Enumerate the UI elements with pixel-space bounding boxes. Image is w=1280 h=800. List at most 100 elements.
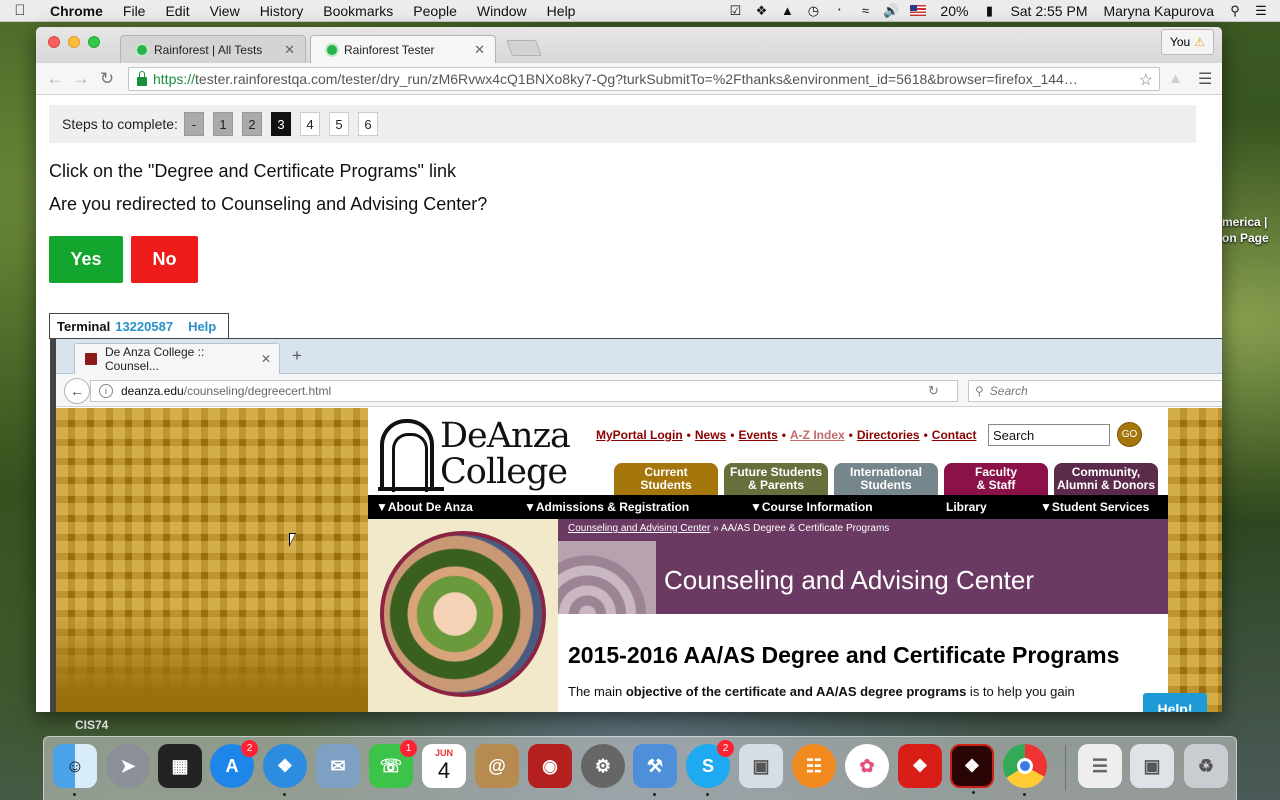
- nav-library[interactable]: Library: [946, 500, 987, 514]
- go-button[interactable]: GO: [1117, 422, 1142, 447]
- close-tab-icon[interactable]: ✕: [284, 42, 295, 58]
- firefox-tab-deanza[interactable]: De Anza College :: Counsel... ✕: [74, 343, 280, 374]
- finder-icon[interactable]: ☺: [53, 744, 97, 796]
- menu-bookmarks[interactable]: Bookmarks: [313, 3, 403, 19]
- tab-international-students[interactable]: International Students: [834, 463, 938, 495]
- new-tab-button[interactable]: [506, 40, 542, 56]
- site-search-input[interactable]: Search: [988, 424, 1110, 446]
- minimize-window-button[interactable]: [68, 36, 80, 48]
- checkbox-status-icon[interactable]: ☑: [722, 3, 748, 19]
- photo-booth-icon[interactable]: ◉: [528, 744, 572, 788]
- calendar-icon[interactable]: JUN 4: [422, 744, 466, 788]
- system-preferences-icon[interactable]: ⚙: [581, 744, 625, 788]
- chrome-icon[interactable]: [1003, 744, 1047, 796]
- zoom-window-button[interactable]: [88, 36, 100, 48]
- step-4[interactable]: 4: [299, 112, 320, 136]
- link-news[interactable]: News: [695, 428, 726, 442]
- close-tab-icon[interactable]: ✕: [474, 42, 485, 58]
- nav-about[interactable]: ▼About De Anza: [376, 500, 473, 514]
- bluetooth-icon[interactable]: ᛫: [826, 3, 852, 18]
- facetime-icon[interactable]: ☏ 1: [369, 740, 417, 788]
- menu-people[interactable]: People: [403, 3, 467, 19]
- safari-icon[interactable]: ❖: [263, 744, 307, 796]
- battery-percent[interactable]: 20%: [932, 3, 976, 19]
- nav-student-services[interactable]: ▼Student Services: [1040, 500, 1149, 514]
- acrobat-reader-icon[interactable]: ❖: [950, 744, 994, 794]
- close-window-button[interactable]: [48, 36, 60, 48]
- back-arrow-icon[interactable]: ←: [42, 69, 68, 89]
- contacts-icon[interactable]: @: [475, 744, 519, 788]
- firefox-address-bar[interactable]: i deanza.edu /counseling/degreecert.html: [90, 380, 958, 402]
- menu-file[interactable]: File: [113, 3, 156, 19]
- link-events[interactable]: Events: [738, 428, 777, 442]
- reload-icon[interactable]: ↻: [94, 69, 120, 89]
- terminal-help-link[interactable]: Help: [188, 319, 216, 334]
- document-stack-icon[interactable]: ☰: [1078, 744, 1122, 788]
- menu-app-name[interactable]: Chrome: [40, 3, 113, 19]
- address-bar[interactable]: https:// tester.rainforestqa.com/tester/…: [128, 67, 1160, 91]
- site-info-icon[interactable]: i: [99, 384, 113, 398]
- link-myportal[interactable]: MyPortal Login: [596, 428, 683, 442]
- help-button[interactable]: Help!: [1143, 693, 1207, 712]
- mail-icon[interactable]: ✉: [316, 744, 360, 788]
- spotlight-icon[interactable]: ⚲: [1222, 3, 1248, 19]
- app-store-icon[interactable]: A2: [210, 740, 258, 788]
- menu-window[interactable]: Window: [467, 3, 537, 19]
- step-5[interactable]: 5: [328, 112, 349, 136]
- clock[interactable]: Sat 2:55 PM: [1002, 3, 1095, 19]
- step-dash[interactable]: -: [183, 112, 204, 136]
- tab-community[interactable]: Community, Alumni & Donors: [1054, 463, 1158, 495]
- apple-icon[interactable]: : [0, 2, 40, 19]
- link-contact[interactable]: Contact: [932, 428, 977, 442]
- nav-admissions[interactable]: ▼Admissions & Registration: [524, 500, 689, 514]
- dropbox-icon[interactable]: ❖: [748, 3, 774, 19]
- notification-center-icon[interactable]: ☰: [1248, 3, 1274, 19]
- drive-icon[interactable]: ▲: [774, 3, 800, 18]
- launchpad-icon[interactable]: ➤: [106, 744, 150, 788]
- volume-icon[interactable]: 🔊: [878, 3, 904, 19]
- forward-arrow-icon[interactable]: →: [68, 69, 94, 89]
- tab-future-students[interactable]: Future Students & Parents: [724, 463, 828, 495]
- no-button[interactable]: No: [131, 236, 198, 283]
- deanza-logo[interactable]: DeAnza College: [378, 416, 576, 492]
- menu-help[interactable]: Help: [537, 3, 586, 19]
- battery-icon[interactable]: ▮: [976, 3, 1002, 19]
- extension-icon[interactable]: ▲: [1168, 70, 1183, 87]
- tab-rainforest-all-tests[interactable]: Rainforest | All Tests ✕: [120, 35, 306, 63]
- ibooks-icon[interactable]: ☷: [792, 744, 836, 788]
- user-name[interactable]: Maryna Kapurova: [1095, 3, 1222, 19]
- trash-icon[interactable]: ♻: [1184, 744, 1228, 788]
- close-tab-icon[interactable]: ✕: [261, 352, 271, 366]
- menu-view[interactable]: View: [200, 3, 250, 19]
- step-1[interactable]: 1: [212, 112, 233, 136]
- step-6[interactable]: 6: [357, 112, 378, 136]
- input-flag-icon[interactable]: [910, 5, 927, 16]
- menu-edit[interactable]: Edit: [155, 3, 199, 19]
- terminal-id-link[interactable]: 13220587: [115, 319, 173, 334]
- link-directories[interactable]: Directories: [857, 428, 920, 442]
- back-arrow-icon[interactable]: ←: [64, 378, 90, 404]
- time-machine-icon[interactable]: ◷: [800, 3, 826, 19]
- profile-button[interactable]: You ⚠: [1160, 29, 1214, 55]
- yes-button[interactable]: Yes: [49, 236, 123, 283]
- photos-icon[interactable]: ✿: [845, 744, 889, 788]
- screenshot-stack-icon[interactable]: ▣: [1130, 744, 1174, 788]
- chrome-menu-icon[interactable]: ☰: [1198, 69, 1212, 89]
- tab-faculty-staff[interactable]: Faculty & Staff: [944, 463, 1048, 495]
- firefox-search-box[interactable]: ⚲ Search: [968, 380, 1222, 402]
- step-3-current[interactable]: 3: [270, 112, 291, 136]
- skype-icon[interactable]: S2: [686, 740, 734, 796]
- lock-icon[interactable]: [137, 71, 147, 86]
- activity-monitor-icon[interactable]: ▦: [158, 744, 202, 788]
- breadcrumb-counseling-link[interactable]: Counseling and Advising Center: [568, 523, 710, 534]
- wifi-icon[interactable]: ≈: [852, 3, 878, 18]
- reload-icon[interactable]: ↻: [928, 383, 939, 399]
- tab-current-students[interactable]: Current Students: [614, 463, 718, 495]
- tab-rainforest-tester[interactable]: Rainforest Tester ✕: [310, 35, 496, 63]
- step-2[interactable]: 2: [241, 112, 262, 136]
- bookmark-star-icon[interactable]: ☆: [1139, 70, 1153, 90]
- menu-history[interactable]: History: [250, 3, 314, 19]
- preview-icon[interactable]: ▣: [739, 744, 783, 788]
- remote-firefox-window[interactable]: De Anza College :: Counsel... ✕ + i dean…: [50, 339, 1222, 712]
- xcode-icon[interactable]: ⚒: [633, 744, 677, 796]
